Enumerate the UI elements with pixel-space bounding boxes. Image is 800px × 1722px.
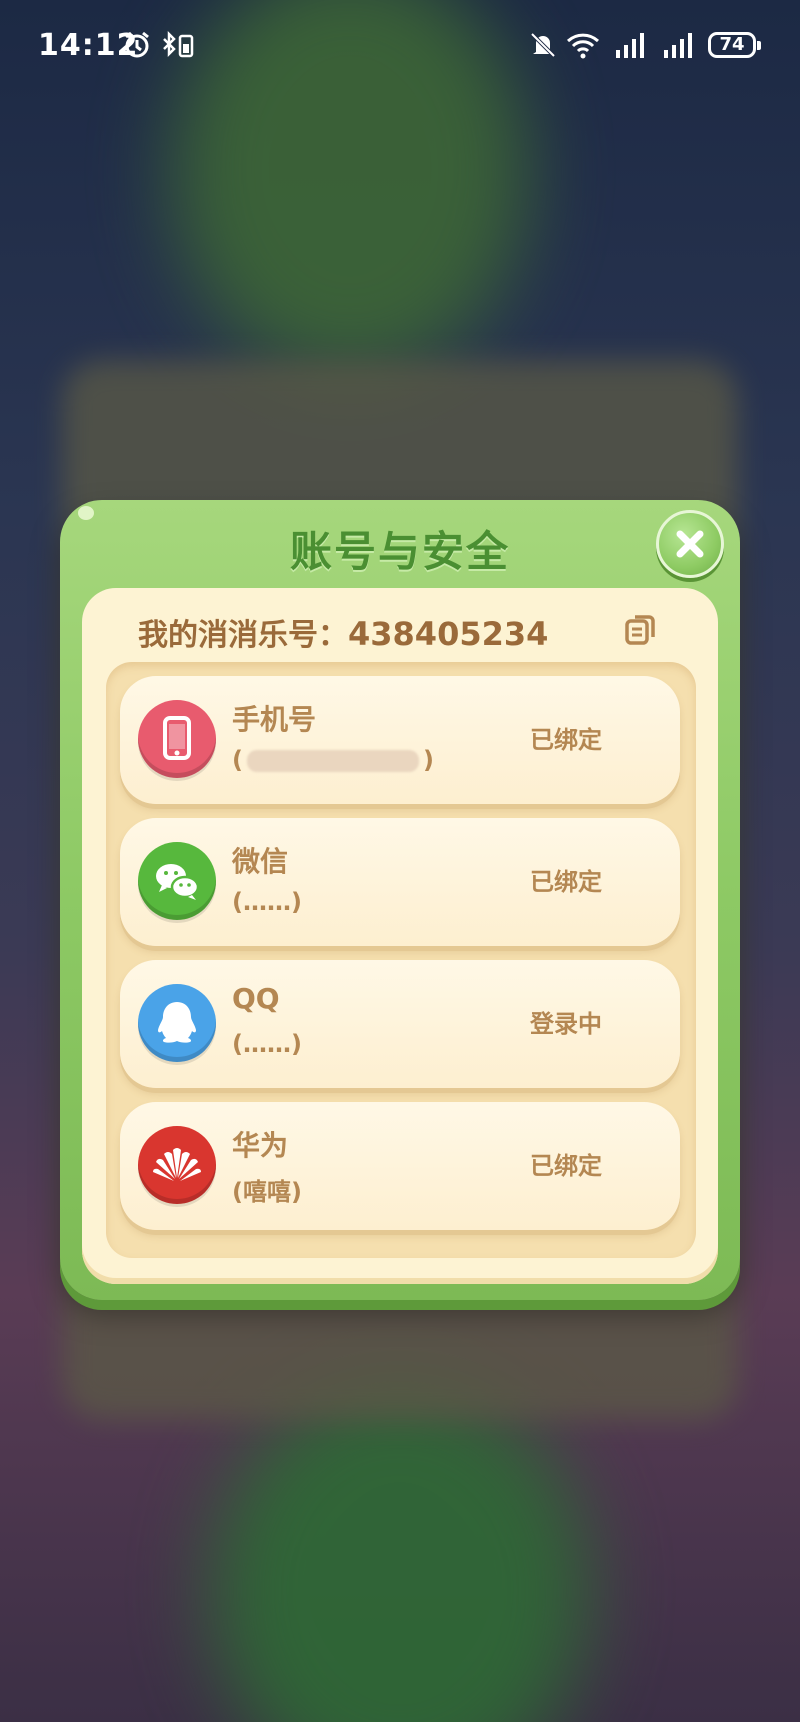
dialog-content: 我的消消乐号：438405234 手机号 () 已绑定 微信 (……) 已绑定 … — [82, 588, 718, 1284]
bluetooth-battery-icon — [160, 30, 194, 60]
binding-detail: (嘻嘻) — [232, 1178, 302, 1206]
binding-status: 已绑定 — [530, 1152, 602, 1180]
signal-icon — [614, 30, 644, 60]
battery-indicator: 74 — [708, 32, 761, 58]
binding-status: 登录中 — [530, 1010, 602, 1038]
dialog-title: 账号与安全 — [289, 527, 510, 576]
phone-icon — [138, 700, 216, 778]
binding-name: 华为 — [232, 1129, 289, 1162]
copy-icon[interactable] — [624, 612, 658, 646]
binding-status: 已绑定 — [530, 726, 602, 754]
binding-name: 微信 — [232, 845, 289, 878]
huawei-icon — [138, 1126, 216, 1204]
close-button[interactable] — [656, 510, 724, 578]
account-id-value: 438405234 — [348, 615, 549, 653]
account-security-dialog: 账号与安全 我的消消乐号：438405234 手机号 () 已绑定 微信 (…… — [60, 500, 740, 1300]
wifi-icon — [566, 30, 600, 60]
alarm-icon — [122, 30, 152, 60]
mute-notification-icon — [528, 30, 558, 60]
binding-row-huawei[interactable]: 华为 (嘻嘻) 已绑定 — [120, 1102, 680, 1230]
close-icon — [676, 530, 704, 558]
binding-row-wechat[interactable]: 微信 (……) 已绑定 — [120, 818, 680, 946]
binding-detail: (……) — [232, 888, 302, 916]
binding-row-qq[interactable]: QQ (……) 登录中 — [120, 960, 680, 1088]
qq-icon — [138, 984, 216, 1062]
account-id-line: 我的消消乐号：438405234 — [138, 610, 548, 654]
background-blur-shape — [210, 1380, 590, 1722]
binding-list: 手机号 () 已绑定 微信 (……) 已绑定 QQ (……) 登录中 华为 (嘻… — [106, 662, 696, 1258]
binding-status: 已绑定 — [530, 868, 602, 896]
wechat-icon — [138, 842, 216, 920]
account-id-label: 我的消消乐号： — [138, 618, 348, 653]
binding-row-phone[interactable]: 手机号 () 已绑定 — [120, 676, 680, 804]
binding-detail: () — [232, 746, 434, 774]
binding-name: 手机号 — [232, 703, 317, 736]
binding-name: QQ — [232, 982, 280, 1015]
signal-icon — [662, 30, 692, 60]
binding-detail: (……) — [232, 1030, 302, 1058]
status-bar: 14:12 74 — [0, 0, 800, 96]
redacted-phone-number — [246, 750, 419, 772]
